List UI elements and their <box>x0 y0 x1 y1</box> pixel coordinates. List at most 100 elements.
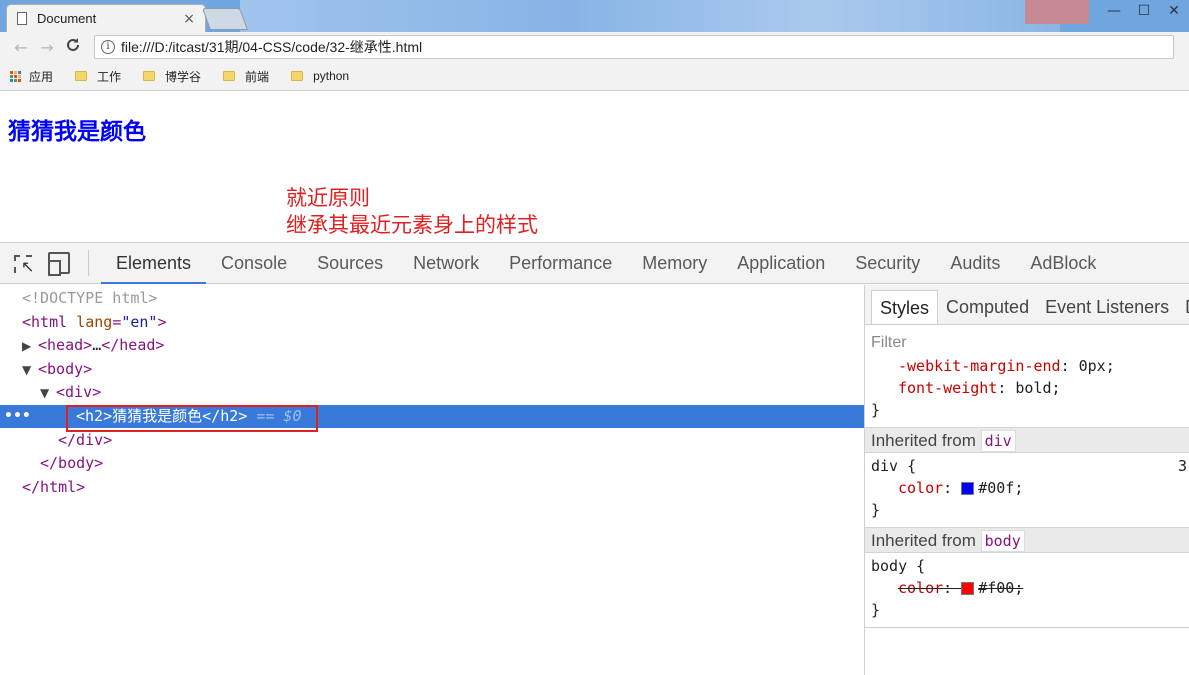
attr-value: "en" <box>121 313 158 331</box>
rule-selector[interactable]: body { <box>865 555 1189 577</box>
dom-div-close[interactable]: </div> <box>58 429 112 452</box>
bookmark-label: 应用 <box>29 69 54 84</box>
apps-dot <box>10 78 13 82</box>
bookmark-frontend[interactable]: 前端 <box>223 68 269 85</box>
tab-application[interactable]: Application <box>722 242 840 284</box>
tab-audits[interactable]: Audits <box>935 242 1015 284</box>
dom-body-close[interactable]: </body> <box>40 452 103 475</box>
color-swatch-icon[interactable] <box>961 582 975 595</box>
tab-event-listeners[interactable]: Event Listeners <box>1037 290 1177 324</box>
tab-styles[interactable]: Styles <box>871 290 939 324</box>
apps-dot <box>18 70 21 74</box>
doctype-text: <!DOCTYPE html> <box>22 289 158 307</box>
browser-toolbar: ← → i file:///D:/itcast/31期/04-CSS/code/… <box>0 32 1189 62</box>
apps-dot <box>10 70 13 74</box>
styles-tabbar: Styles Computed Event Listeners D <box>865 285 1189 325</box>
tag-text: <head> <box>38 336 93 354</box>
tab-memory[interactable]: Memory <box>627 242 722 284</box>
color-swatch-icon[interactable] <box>961 482 975 495</box>
page-heading: 猜猜我是颜色 <box>8 119 146 145</box>
styles-pane: Styles Computed Event Listeners D Filter… <box>865 285 1189 675</box>
dom-body-open[interactable]: ▼ <body> <box>22 358 92 381</box>
tag-text: </body> <box>40 454 104 472</box>
inherited-node-link[interactable]: body <box>980 530 1025 552</box>
apps-dot <box>18 74 21 78</box>
inspect-element-icon[interactable] <box>14 255 34 277</box>
bookmark-python[interactable]: python <box>291 69 349 83</box>
tag-text: </head> <box>101 336 165 354</box>
dom-head[interactable]: ▶ <head>…</head> <box>22 334 164 357</box>
declaration[interactable]: font-weight: bold; <box>865 377 1189 399</box>
window-controls: — ☐ ✕ <box>1025 0 1189 24</box>
bookmark-boxuegu[interactable]: 博学谷 <box>143 68 201 85</box>
tab-security[interactable]: Security <box>840 242 935 284</box>
tab-dom-breakpoints[interactable]: D <box>1177 290 1189 324</box>
tab-console[interactable]: Console <box>206 242 302 284</box>
folder-icon <box>291 71 304 81</box>
tab-computed[interactable]: Computed <box>938 290 1037 324</box>
bookmark-label: 工作 <box>97 69 122 84</box>
collapsed-ellipsis: … <box>92 336 102 354</box>
note-line-1: 就近原则 <box>286 186 370 210</box>
declaration[interactable]: -webkit-margin-end: 0px; <box>865 355 1189 377</box>
document-icon <box>17 12 27 25</box>
rule-selector[interactable]: div { 3 <box>865 455 1189 477</box>
tag-text: </html> <box>22 478 86 496</box>
close-window-button[interactable]: ✕ <box>1159 0 1189 24</box>
tab-elements[interactable]: Elements <box>101 242 207 284</box>
declaration[interactable]: color: #00f; <box>865 477 1189 499</box>
inherited-node-link[interactable]: div <box>980 430 1016 452</box>
devtools-tabbar: Elements Console Sources Network Perform… <box>0 242 1189 284</box>
forward-arrow-icon[interactable]: → <box>34 38 60 57</box>
apps-dot <box>14 78 17 82</box>
info-icon[interactable]: i <box>101 40 115 54</box>
tab-title: Document <box>37 11 97 26</box>
tab-performance[interactable]: Performance <box>494 242 627 284</box>
dom-html-open[interactable]: <html lang="en"> <box>22 311 167 334</box>
maximize-button[interactable]: ☐ <box>1129 0 1159 24</box>
tab-network[interactable]: Network <box>398 242 494 284</box>
dom-html-close[interactable]: </html> <box>22 476 85 499</box>
more-options-icon[interactable]: ••• <box>4 405 31 428</box>
tab-sources[interactable]: Sources <box>302 242 398 284</box>
property-value: #f00; <box>978 579 1024 597</box>
tag-text: <div> <box>56 383 102 401</box>
bookmark-label: 博学谷 <box>165 69 202 84</box>
dom-div-open[interactable]: ▼ <div> <box>40 381 101 404</box>
style-rule-h2-ua: -webkit-margin-end: 0px; font-weight: bo… <box>865 355 1189 421</box>
collapse-triangle-icon[interactable]: ▼ <box>22 359 38 382</box>
property-value: 0px; <box>1078 357 1115 375</box>
bookmark-apps[interactable]: 应用 <box>10 68 53 85</box>
tag-text: </div> <box>58 431 113 449</box>
selector-text: div { <box>871 457 917 475</box>
property-name: -webkit-margin-end <box>898 357 1061 375</box>
bookmark-work[interactable]: 工作 <box>75 68 121 85</box>
tab-adblock[interactable]: AdBlock <box>1015 242 1111 284</box>
folder-icon <box>223 71 236 81</box>
note-line-2: 继承其最近元素身上的样式 <box>286 213 538 237</box>
inherited-label: Inherited from <box>871 431 976 450</box>
tab-close-icon[interactable]: × <box>183 11 195 27</box>
rule-close-brace: } <box>871 401 881 419</box>
minimize-button[interactable]: — <box>1099 0 1129 24</box>
browser-tab-document[interactable]: Document × <box>6 4 206 32</box>
url-text: file:///D:/itcast/31期/04-CSS/code/32-继承性… <box>121 39 423 55</box>
tab-strip: Document × — ☐ ✕ <box>0 0 1189 32</box>
source-link[interactable]: 3 <box>1178 455 1187 477</box>
address-bar[interactable]: i file:///D:/itcast/31期/04-CSS/code/32-继… <box>94 35 1174 59</box>
back-arrow-icon[interactable]: ← <box>8 38 34 57</box>
device-toolbar-icon[interactable] <box>48 252 70 276</box>
apps-dot <box>10 74 13 78</box>
inherited-label: Inherited from <box>871 531 976 550</box>
divider <box>865 627 1189 628</box>
style-rule-body: body { color: #f00; } <box>865 553 1189 621</box>
overridden-declaration[interactable]: color: #f00; <box>865 577 1189 599</box>
folder-icon <box>75 71 88 81</box>
dom-doctype[interactable]: <!DOCTYPE html> <box>22 287 157 310</box>
user-profile-button[interactable] <box>1025 0 1089 24</box>
reload-icon[interactable] <box>60 37 86 57</box>
bookmark-label: python <box>313 69 350 83</box>
expand-triangle-icon[interactable]: ▶ <box>22 335 38 358</box>
collapse-triangle-icon[interactable]: ▼ <box>40 382 56 405</box>
new-tab-button[interactable] <box>201 8 249 30</box>
